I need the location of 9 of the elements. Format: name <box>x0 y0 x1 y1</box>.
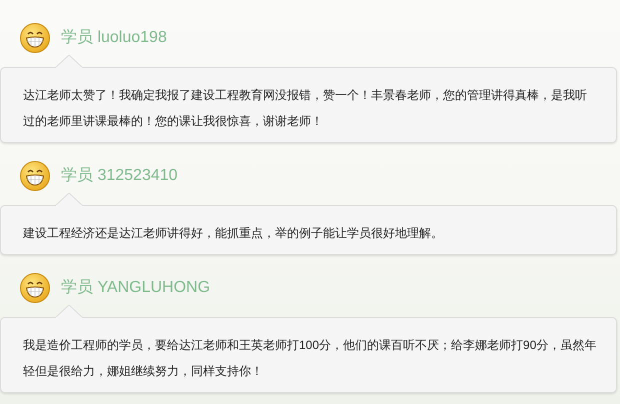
comment-text: 建设工程经济还是达江老师讲得好，能抓重点，举的例子能让学员很好地理解。 <box>23 225 444 242</box>
grinning-face-icon <box>20 23 50 53</box>
grinning-face-icon <box>20 161 50 191</box>
comment-text: 我是造价工程师的学员，要给达江老师和王英老师打100分，他们的课百听不厌；给李娜老师打90分，虽然年轻但是很给力，娜姐继续努力，同样支持你！ <box>23 337 598 380</box>
student-name: 学员 YANGLUHONG <box>61 278 210 298</box>
comment-text: 达江老师太赞了！我确定我报了建设工程教育网没报错，赞一个！丰景春老师，您的管理讲得真棒，是我听过的老师里讲课最棒的！您的课让我很惊喜，谢谢老师！ <box>23 87 588 130</box>
student-name: 学员 312523410 <box>61 166 178 186</box>
student-name: 学员 luoluo198 <box>61 28 167 48</box>
grinning-face-icon <box>20 273 50 303</box>
